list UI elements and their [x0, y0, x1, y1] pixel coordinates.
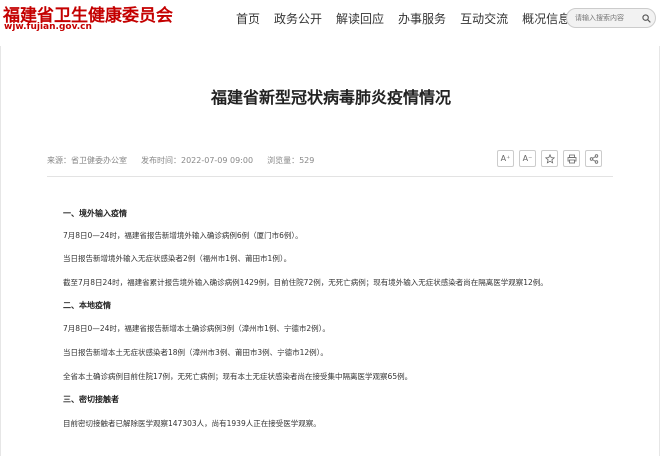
main-nav: 首页 政务公开 解读回应 办事服务 互动交流 概况信息	[236, 10, 584, 27]
section-heading: 一、境外输入疫情	[63, 209, 127, 218]
site-header: 福建省卫生健康委员会 wjw.fujian.gov.cn 首页 政务公开 解读回…	[0, 0, 660, 38]
nav-item-gov-affairs[interactable]: 政务公开	[274, 10, 322, 27]
paragraph: 7月8日0—24时，福建省报告新增境外输入确诊病例6例（厦门市6例）。	[63, 231, 303, 240]
paragraph: 截至7月8日24时，福建省累计报告境外输入确诊病例1429例，目前住院72例，无…	[63, 278, 548, 287]
meta-divider	[47, 176, 613, 177]
font-decrease-button[interactable]: A⁻	[519, 150, 536, 167]
search-box	[566, 8, 656, 28]
star-icon	[544, 153, 555, 164]
article-panel: 福建省新型冠状病毒肺炎疫情情况 来源：省卫健委办公室 发布时间：2022-07-…	[0, 46, 660, 456]
paragraph: 目前密切接触者已解除医学观察147303人，尚有1939人正在接受医学观察。	[63, 419, 321, 428]
font-increase-button[interactable]: A⁺	[497, 150, 514, 167]
favorite-button[interactable]	[541, 150, 558, 167]
site-url: wjw.fujian.gov.cn	[4, 22, 92, 32]
article-published: 发布时间：2022-07-09 09:00	[141, 156, 254, 165]
nav-item-home[interactable]: 首页	[236, 10, 260, 27]
article-source: 来源：省卫健委办公室	[47, 156, 127, 165]
nav-item-services[interactable]: 办事服务	[398, 10, 446, 27]
paragraph: 当日报告新增本土无症状感染者18例（漳州市3例、莆田市3例、宁德市12例）。	[63, 348, 328, 357]
search-input[interactable]	[575, 14, 639, 22]
share-icon	[589, 153, 598, 164]
search-icon[interactable]	[639, 11, 653, 25]
print-icon	[567, 154, 576, 163]
share-button[interactable]	[585, 150, 602, 167]
nav-item-interaction[interactable]: 互动交流	[460, 10, 508, 27]
section-heading: 三、密切接触者	[63, 395, 119, 404]
nav-item-interpretation[interactable]: 解读回应	[336, 10, 384, 27]
article-title: 福建省新型冠状病毒肺炎疫情情况	[210, 88, 451, 107]
paragraph: 7月8日0—24时，福建省报告新增本土确诊病例3例（漳州市1例、宁德市2例）。	[63, 324, 330, 333]
print-button[interactable]	[563, 150, 580, 167]
nav-item-overview[interactable]: 概况信息	[522, 10, 570, 27]
article-tools: A⁺ A⁻	[497, 150, 602, 167]
article-views: 浏览量：529	[267, 156, 315, 165]
paragraph: 全省本土确诊病例目前住院17例，无死亡病例；现有本土无症状感染者尚在接受集中隔离…	[63, 372, 413, 381]
article-meta: 来源：省卫健委办公室 发布时间：2022-07-09 09:00 浏览量：529	[47, 155, 314, 166]
paragraph: 当日报告新增境外输入无症状感染者2例（福州市1例、莆田市1例）。	[63, 254, 292, 263]
section-heading: 二、本地疫情	[63, 301, 111, 310]
